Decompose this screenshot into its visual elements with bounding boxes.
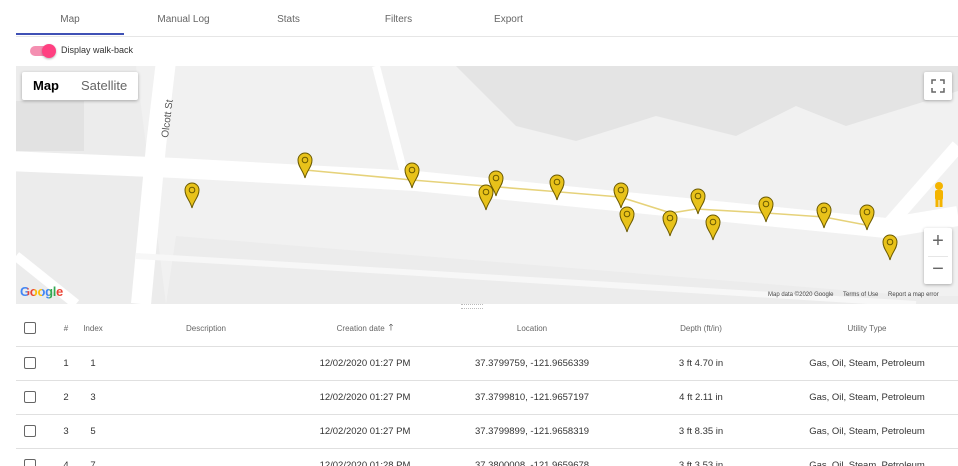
row-location: 37.3799899, -121.9658319 [474, 426, 590, 437]
table-row[interactable]: 3 5 12/02/2020 01:27 PM 37.3799899, -121… [16, 415, 958, 449]
report-map-error-link[interactable]: Report a map error [888, 292, 939, 298]
tab-stats[interactable]: Stats [241, 4, 336, 35]
street-view-pegman[interactable] [926, 180, 952, 210]
row-description [146, 415, 266, 448]
table-row[interactable]: 4 7 12/02/2020 01:28 PM 37.3800008, -121… [16, 449, 958, 466]
row-depth: 3 ft 8.35 in [678, 426, 724, 437]
row-creation-date: 12/02/2020 01:27 PM [319, 426, 411, 437]
row-checkbox[interactable] [24, 425, 36, 437]
map-data-credit: Map data ©2020 Google [768, 292, 834, 298]
row-checkbox[interactable] [24, 459, 36, 466]
column-header-location[interactable]: Location [466, 310, 598, 346]
row-checkbox[interactable] [24, 357, 36, 369]
tab-map[interactable]: Map [16, 4, 124, 35]
map-type-control: Map Satellite [22, 72, 139, 100]
zoom-out-button[interactable]: − [924, 256, 952, 284]
row-index: 7 [90, 460, 96, 466]
row-depth: 3 ft 3.53 in [678, 460, 724, 466]
row-description [146, 347, 266, 380]
select-all-checkbox[interactable] [24, 322, 36, 334]
utility-marker-icon[interactable] [882, 234, 898, 261]
google-logo-text: Google [20, 284, 63, 299]
walkback-toggle-label: Display walk-back [61, 45, 134, 55]
google-logo: Google [20, 284, 63, 299]
row-index: 5 [90, 426, 96, 437]
tab-manual-log[interactable]: Manual Log [136, 4, 231, 35]
row-number: 4 [63, 460, 69, 466]
row-number: 3 [63, 426, 69, 437]
map-view[interactable]: Olcott St Map Satellite + − Google Map d… [16, 66, 958, 304]
row-description [146, 381, 266, 414]
utility-marker-icon[interactable] [478, 184, 494, 211]
row-location: 37.3799810, -121.9657197 [474, 392, 590, 403]
row-number: 1 [63, 358, 69, 369]
row-description [146, 449, 266, 466]
row-location: 37.3800008, -121.9659678 [474, 460, 590, 466]
row-index: 1 [90, 358, 96, 369]
row-utility-type: Gas, Oil, Steam, Petroleum [809, 358, 925, 369]
column-header-description[interactable]: Description [146, 310, 266, 346]
walkback-toggle[interactable] [30, 44, 56, 58]
row-utility-type: Gas, Oil, Steam, Petroleum [809, 426, 925, 437]
map-type-satellite-button[interactable]: Satellite [70, 72, 138, 100]
zoom-control: + − [924, 228, 952, 284]
zoom-divider [928, 256, 948, 257]
table-header: # Index Description Creation date 🡑 Loca… [16, 310, 958, 347]
row-number: 2 [63, 392, 69, 403]
row-creation-date: 12/02/2020 01:27 PM [319, 358, 411, 369]
fullscreen-icon [931, 79, 945, 93]
map-canvas: Olcott St [16, 66, 958, 304]
fullscreen-button[interactable] [924, 72, 952, 100]
table-row[interactable]: 1 1 12/02/2020 01:27 PM 37.3799759, -121… [16, 347, 958, 381]
row-utility-type: Gas, Oil, Steam, Petroleum [809, 392, 925, 403]
arrow-up-icon: 🡑 [388, 322, 394, 332]
row-index: 3 [90, 392, 96, 403]
building-block [456, 66, 958, 141]
row-checkbox[interactable] [24, 391, 36, 403]
map-type-map-button[interactable]: Map [22, 72, 70, 100]
toggle-thumb [42, 44, 56, 58]
building-block [16, 101, 84, 151]
column-header-utility-type[interactable]: Utility Type [792, 310, 942, 346]
utility-marker-icon[interactable] [184, 182, 200, 209]
utility-marker-icon[interactable] [619, 206, 635, 233]
map-attribution: Map data ©2020 Google Terms of Use Repor… [768, 292, 947, 298]
resize-handle[interactable] [461, 304, 483, 309]
row-creation-date: 12/02/2020 01:28 PM [319, 460, 411, 466]
tab-bar: Map Manual Log Stats Filters Export [16, 4, 958, 37]
column-header-creation-date[interactable]: Creation date 🡑 [306, 310, 424, 346]
tab-export[interactable]: Export [461, 4, 556, 35]
creation-date-label: Creation date [336, 323, 385, 333]
row-location: 37.3799759, -121.9656339 [474, 358, 590, 369]
zoom-in-button[interactable]: + [924, 228, 952, 256]
pegman-icon [935, 182, 943, 207]
terms-of-use-link[interactable]: Terms of Use [843, 292, 878, 298]
table-row[interactable]: 2 3 12/02/2020 01:27 PM 37.3799810, -121… [16, 381, 958, 415]
row-utility-type: Gas, Oil, Steam, Petroleum [809, 460, 925, 466]
utility-marker-icon[interactable] [662, 210, 678, 237]
row-depth: 4 ft 2.11 in [679, 392, 723, 403]
column-header-depth[interactable]: Depth (ft/in) [646, 310, 756, 346]
row-creation-date: 12/02/2020 01:27 PM [319, 392, 411, 403]
column-header-index[interactable]: Index [78, 310, 108, 346]
tab-filters[interactable]: Filters [351, 4, 446, 35]
row-depth: 3 ft 4.70 in [678, 358, 724, 369]
utility-marker-icon[interactable] [705, 214, 721, 241]
olcott-street [131, 66, 176, 304]
column-header-number[interactable]: # [56, 310, 76, 346]
